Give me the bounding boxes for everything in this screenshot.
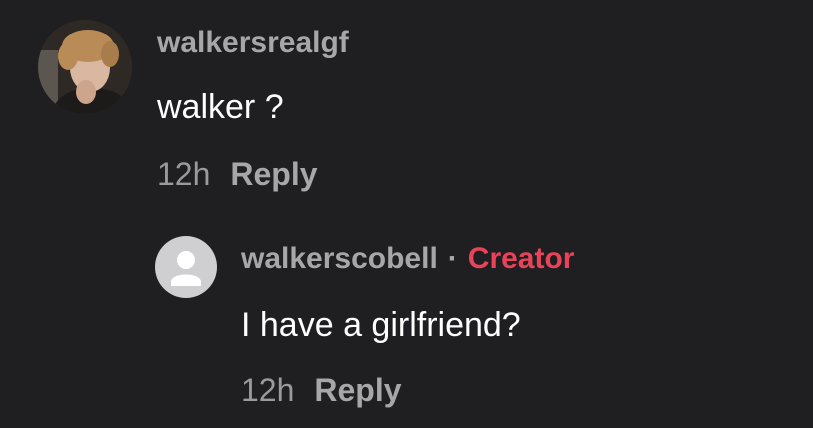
comment-meta: 12h Reply (241, 372, 402, 409)
separator-dot: · (447, 242, 458, 275)
default-avatar[interactable] (155, 236, 217, 298)
reply-button[interactable]: Reply (314, 372, 401, 408)
user-avatar-photo[interactable] (38, 20, 132, 114)
comment-text: I have a girlfriend? (241, 306, 521, 344)
user-silhouette-icon (171, 251, 201, 286)
comment-meta: 12h Reply (157, 156, 318, 193)
comment-text: walker ? (157, 88, 284, 126)
creator-badge: Creator (467, 242, 575, 275)
comment-username[interactable]: walkerscobell (241, 242, 438, 275)
avatar-image (38, 20, 132, 114)
comment-username[interactable]: walkersrealgf (157, 26, 349, 60)
comment-header: walkerscobell · Creator (241, 242, 574, 276)
comment-timestamp: 12h (241, 372, 295, 408)
reply-button[interactable]: Reply (230, 156, 317, 192)
comment-timestamp: 12h (157, 156, 211, 192)
